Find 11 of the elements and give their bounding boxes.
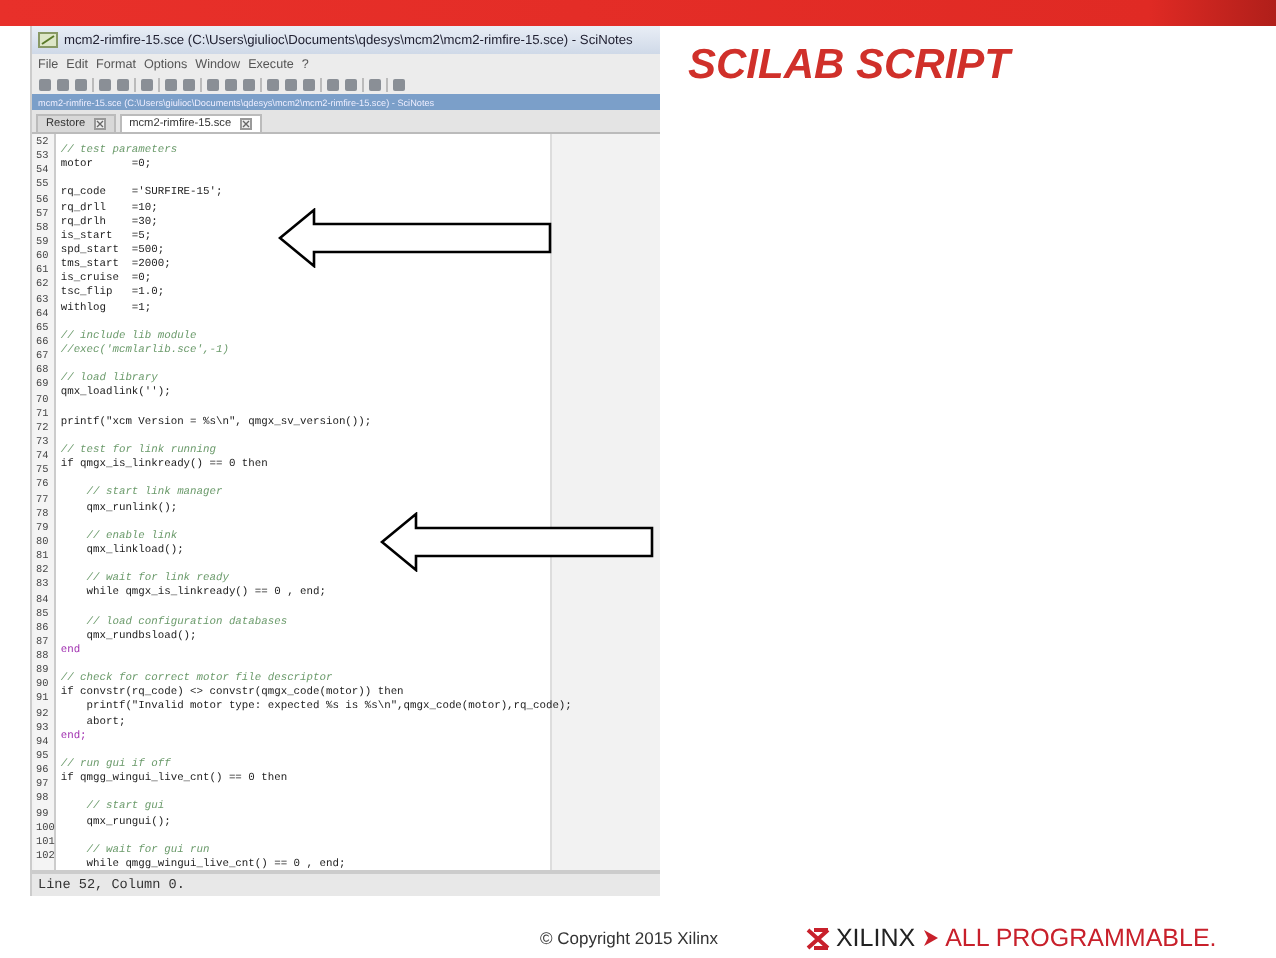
logo-brand: XILINX [835, 924, 916, 952]
close-icon[interactable] [93, 118, 106, 130]
slide-title: SCILAB SCRIPT [688, 42, 1011, 90]
close-icon[interactable] [239, 118, 252, 130]
left-arrow-icon [278, 208, 554, 268]
chevron-icon [921, 928, 940, 948]
logo-mark-icon [805, 927, 830, 949]
logo-tagline: ALL PROGRAMMABLE. [945, 924, 1217, 952]
app-icon [38, 32, 58, 48]
left-arrow-icon [380, 512, 656, 572]
copyright-text: © Copyright 2015 Xilinx [540, 928, 718, 948]
